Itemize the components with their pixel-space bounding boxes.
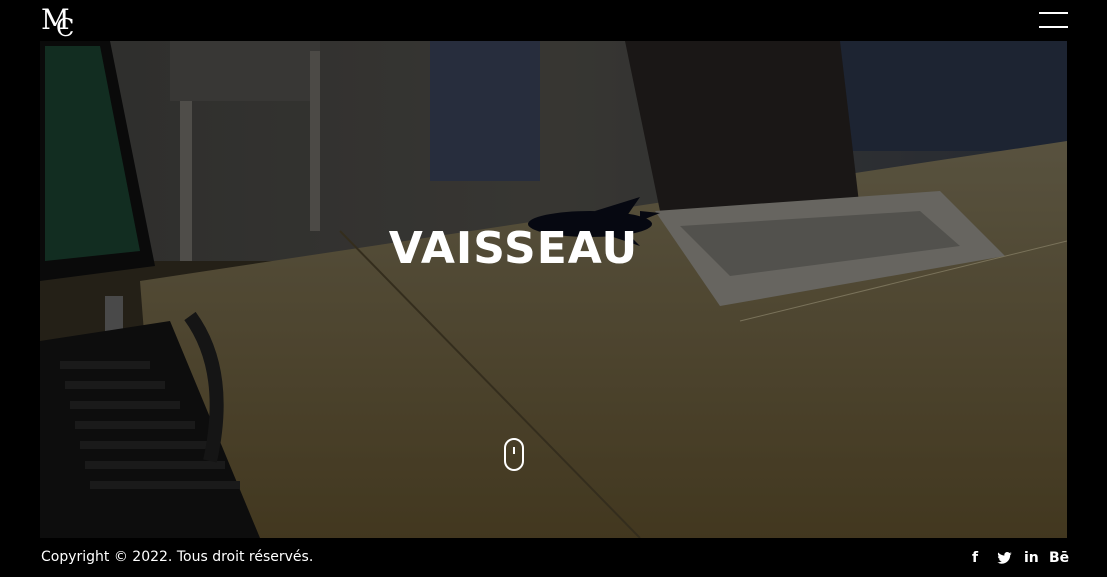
hamburger-menu-button[interactable]	[1039, 12, 1069, 30]
svg-text:C: C	[56, 14, 74, 39]
facebook-icon[interactable]: f	[972, 550, 978, 566]
mouse-scroll-icon-svg	[504, 438, 524, 471]
mouse-scroll-icon[interactable]	[503, 438, 525, 471]
behance-icon[interactable]: Bē	[1049, 550, 1069, 566]
twitter-icon[interactable]	[997, 552, 1012, 568]
linkedin-icon[interactable]: in	[1024, 550, 1039, 566]
twitter-bird-icon	[997, 552, 1012, 564]
mc-logo[interactable]: M C	[40, 3, 80, 39]
hero-banner	[40, 41, 1067, 538]
mc-monogram-logo-icon: M C	[41, 3, 74, 39]
copyright-text: Copyright © 2022. Tous droit réservés.	[41, 549, 314, 565]
hero-title: VAISSEAU	[388, 223, 639, 274]
hamburger-menu-icon-bar-top	[1039, 12, 1068, 14]
hamburger-menu-icon-bar-bottom	[1039, 26, 1068, 28]
hero-overlay	[40, 41, 1067, 538]
